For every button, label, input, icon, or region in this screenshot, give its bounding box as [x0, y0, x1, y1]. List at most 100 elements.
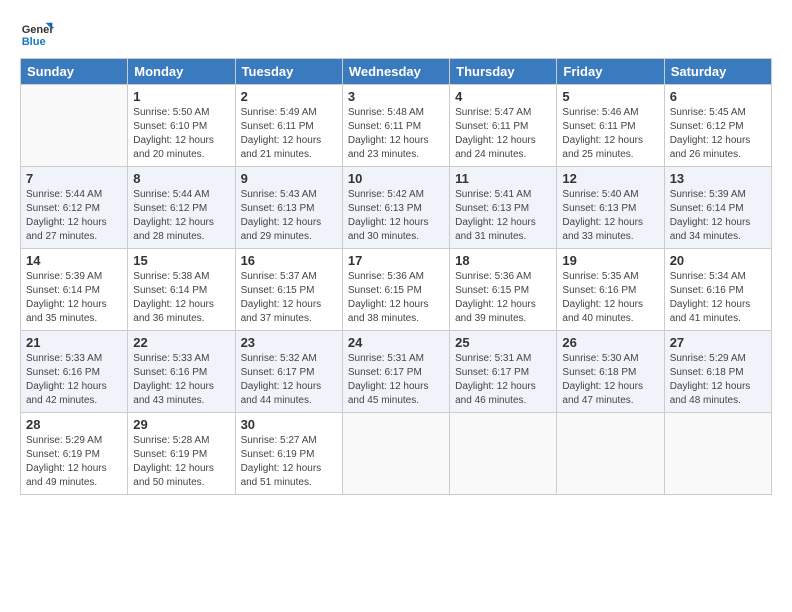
calendar-cell: 6 Sunrise: 5:45 AMSunset: 6:12 PMDaylight… [664, 85, 771, 167]
calendar-cell: 15 Sunrise: 5:38 AMSunset: 6:14 PMDayligh… [128, 249, 235, 331]
day-number: 1 [133, 89, 229, 104]
day-info: Sunrise: 5:50 AMSunset: 6:10 PMDaylight:… [133, 106, 229, 162]
calendar-cell: 9 Sunrise: 5:43 AMSunset: 6:13 PMDaylight… [235, 167, 342, 249]
logo-icon: General Blue [20, 16, 54, 50]
day-number: 23 [241, 335, 337, 350]
day-number: 15 [133, 253, 229, 268]
day-number: 19 [562, 253, 658, 268]
day-number: 29 [133, 417, 229, 432]
day-number: 7 [26, 171, 122, 186]
day-number: 2 [241, 89, 337, 104]
calendar-cell: 23Sunrise: 5:32 AMSunset: 6:17 PMDayligh… [235, 331, 342, 413]
weekday-header-tuesday: Tuesday [235, 59, 342, 85]
day-info: Sunrise: 5:46 AMSunset: 6:11 PMDaylight:… [562, 106, 658, 162]
calendar-cell [664, 413, 771, 495]
day-info: Sunrise: 5:27 AMSunset: 6:19 PMDaylight:… [241, 434, 337, 490]
calendar-cell: 13 Sunrise: 5:39 AMSunset: 6:14 PMDayligh… [664, 167, 771, 249]
weekday-header-monday: Monday [128, 59, 235, 85]
calendar-cell: 11Sunrise: 5:41 AMSunset: 6:13 PMDayligh… [450, 167, 557, 249]
week-row-1: 1 Sunrise: 5:50 AMSunset: 6:10 PMDaylight… [21, 85, 772, 167]
calendar-cell: 7 Sunrise: 5:44 AMSunset: 6:12 PMDaylight… [21, 167, 128, 249]
day-number: 9 [241, 171, 337, 186]
calendar-cell: 1 Sunrise: 5:50 AMSunset: 6:10 PMDaylight… [128, 85, 235, 167]
day-number: 16 [241, 253, 337, 268]
day-number: 24 [348, 335, 444, 350]
day-number: 22 [133, 335, 229, 350]
day-info: Sunrise: 5:33 AMSunset: 6:16 PMDaylight:… [133, 352, 229, 408]
day-info: Sunrise: 5:34 AMSunset: 6:16 PMDaylight:… [670, 270, 766, 326]
calendar-cell: 21 Sunrise: 5:33 AMSunset: 6:16 PMDayligh… [21, 331, 128, 413]
calendar-cell: 3 Sunrise: 5:48 AMSunset: 6:11 PMDaylight… [342, 85, 449, 167]
day-info: Sunrise: 5:45 AMSunset: 6:12 PMDaylight:… [670, 106, 766, 162]
calendar-cell: 30 Sunrise: 5:27 AMSunset: 6:19 PMDayligh… [235, 413, 342, 495]
week-row-5: 28 Sunrise: 5:29 AMSunset: 6:19 PMDayligh… [21, 413, 772, 495]
day-info: Sunrise: 5:30 AMSunset: 6:18 PMDaylight:… [562, 352, 658, 408]
calendar-cell: 17Sunrise: 5:36 AMSunset: 6:15 PMDayligh… [342, 249, 449, 331]
day-info: Sunrise: 5:33 AMSunset: 6:16 PMDaylight:… [26, 352, 122, 408]
day-info: Sunrise: 5:47 AMSunset: 6:11 PMDaylight:… [455, 106, 551, 162]
day-number: 10 [348, 171, 444, 186]
day-info: Sunrise: 5:35 AMSunset: 6:16 PMDaylight:… [562, 270, 658, 326]
day-info: Sunrise: 5:38 AMSunset: 6:14 PMDaylight:… [133, 270, 229, 326]
day-info: Sunrise: 5:31 AMSunset: 6:17 PMDaylight:… [455, 352, 551, 408]
day-info: Sunrise: 5:44 AMSunset: 6:12 PMDaylight:… [133, 188, 229, 244]
calendar-cell: 25Sunrise: 5:31 AMSunset: 6:17 PMDayligh… [450, 331, 557, 413]
calendar-cell: 8 Sunrise: 5:44 AMSunset: 6:12 PMDaylight… [128, 167, 235, 249]
calendar-cell [557, 413, 664, 495]
weekday-header-friday: Friday [557, 59, 664, 85]
calendar-cell [21, 85, 128, 167]
calendar-cell: 20 Sunrise: 5:34 AMSunset: 6:16 PMDayligh… [664, 249, 771, 331]
calendar-table: SundayMondayTuesdayWednesdayThursdayFrid… [20, 58, 772, 495]
day-number: 12 [562, 171, 658, 186]
day-info: Sunrise: 5:36 AMSunset: 6:15 PMDaylight:… [455, 270, 551, 326]
day-info: Sunrise: 5:31 AMSunset: 6:17 PMDaylight:… [348, 352, 444, 408]
weekday-header-sunday: Sunday [21, 59, 128, 85]
day-number: 13 [670, 171, 766, 186]
calendar-cell: 4 Sunrise: 5:47 AMSunset: 6:11 PMDaylight… [450, 85, 557, 167]
day-info: Sunrise: 5:39 AMSunset: 6:14 PMDaylight:… [670, 188, 766, 244]
day-number: 20 [670, 253, 766, 268]
day-number: 21 [26, 335, 122, 350]
day-info: Sunrise: 5:29 AMSunset: 6:18 PMDaylight:… [670, 352, 766, 408]
day-info: Sunrise: 5:43 AMSunset: 6:13 PMDaylight:… [241, 188, 337, 244]
calendar-cell: 22 Sunrise: 5:33 AMSunset: 6:16 PMDayligh… [128, 331, 235, 413]
calendar-cell: 10 Sunrise: 5:42 AMSunset: 6:13 PMDayligh… [342, 167, 449, 249]
day-number: 5 [562, 89, 658, 104]
weekday-header-row: SundayMondayTuesdayWednesdayThursdayFrid… [21, 59, 772, 85]
calendar-cell: 18 Sunrise: 5:36 AMSunset: 6:15 PMDayligh… [450, 249, 557, 331]
weekday-header-saturday: Saturday [664, 59, 771, 85]
svg-text:Blue: Blue [22, 36, 46, 48]
day-number: 26 [562, 335, 658, 350]
day-info: Sunrise: 5:42 AMSunset: 6:13 PMDaylight:… [348, 188, 444, 244]
calendar-cell [342, 413, 449, 495]
calendar-cell: 28 Sunrise: 5:29 AMSunset: 6:19 PMDayligh… [21, 413, 128, 495]
calendar-cell [450, 413, 557, 495]
day-number: 6 [670, 89, 766, 104]
day-info: Sunrise: 5:49 AMSunset: 6:11 PMDaylight:… [241, 106, 337, 162]
logo: General Blue [20, 16, 54, 50]
day-info: Sunrise: 5:44 AMSunset: 6:12 PMDaylight:… [26, 188, 122, 244]
day-info: Sunrise: 5:48 AMSunset: 6:11 PMDaylight:… [348, 106, 444, 162]
day-info: Sunrise: 5:36 AMSunset: 6:15 PMDaylight:… [348, 270, 444, 326]
calendar-cell: 12 Sunrise: 5:40 AMSunset: 6:13 PMDayligh… [557, 167, 664, 249]
day-info: Sunrise: 5:41 AMSunset: 6:13 PMDaylight:… [455, 188, 551, 244]
day-number: 18 [455, 253, 551, 268]
day-number: 4 [455, 89, 551, 104]
calendar-cell: 16 Sunrise: 5:37 AMSunset: 6:15 PMDayligh… [235, 249, 342, 331]
week-row-2: 7 Sunrise: 5:44 AMSunset: 6:12 PMDaylight… [21, 167, 772, 249]
day-number: 3 [348, 89, 444, 104]
day-info: Sunrise: 5:37 AMSunset: 6:15 PMDaylight:… [241, 270, 337, 326]
day-number: 8 [133, 171, 229, 186]
calendar-cell: 19 Sunrise: 5:35 AMSunset: 6:16 PMDayligh… [557, 249, 664, 331]
day-info: Sunrise: 5:39 AMSunset: 6:14 PMDaylight:… [26, 270, 122, 326]
day-number: 28 [26, 417, 122, 432]
calendar-cell: 27Sunrise: 5:29 AMSunset: 6:18 PMDayligh… [664, 331, 771, 413]
week-row-4: 21 Sunrise: 5:33 AMSunset: 6:16 PMDayligh… [21, 331, 772, 413]
day-number: 30 [241, 417, 337, 432]
week-row-3: 14Sunrise: 5:39 AMSunset: 6:14 PMDayligh… [21, 249, 772, 331]
calendar-cell: 29 Sunrise: 5:28 AMSunset: 6:19 PMDayligh… [128, 413, 235, 495]
day-info: Sunrise: 5:29 AMSunset: 6:19 PMDaylight:… [26, 434, 122, 490]
day-info: Sunrise: 5:28 AMSunset: 6:19 PMDaylight:… [133, 434, 229, 490]
day-info: Sunrise: 5:40 AMSunset: 6:13 PMDaylight:… [562, 188, 658, 244]
header: General Blue [20, 16, 772, 50]
